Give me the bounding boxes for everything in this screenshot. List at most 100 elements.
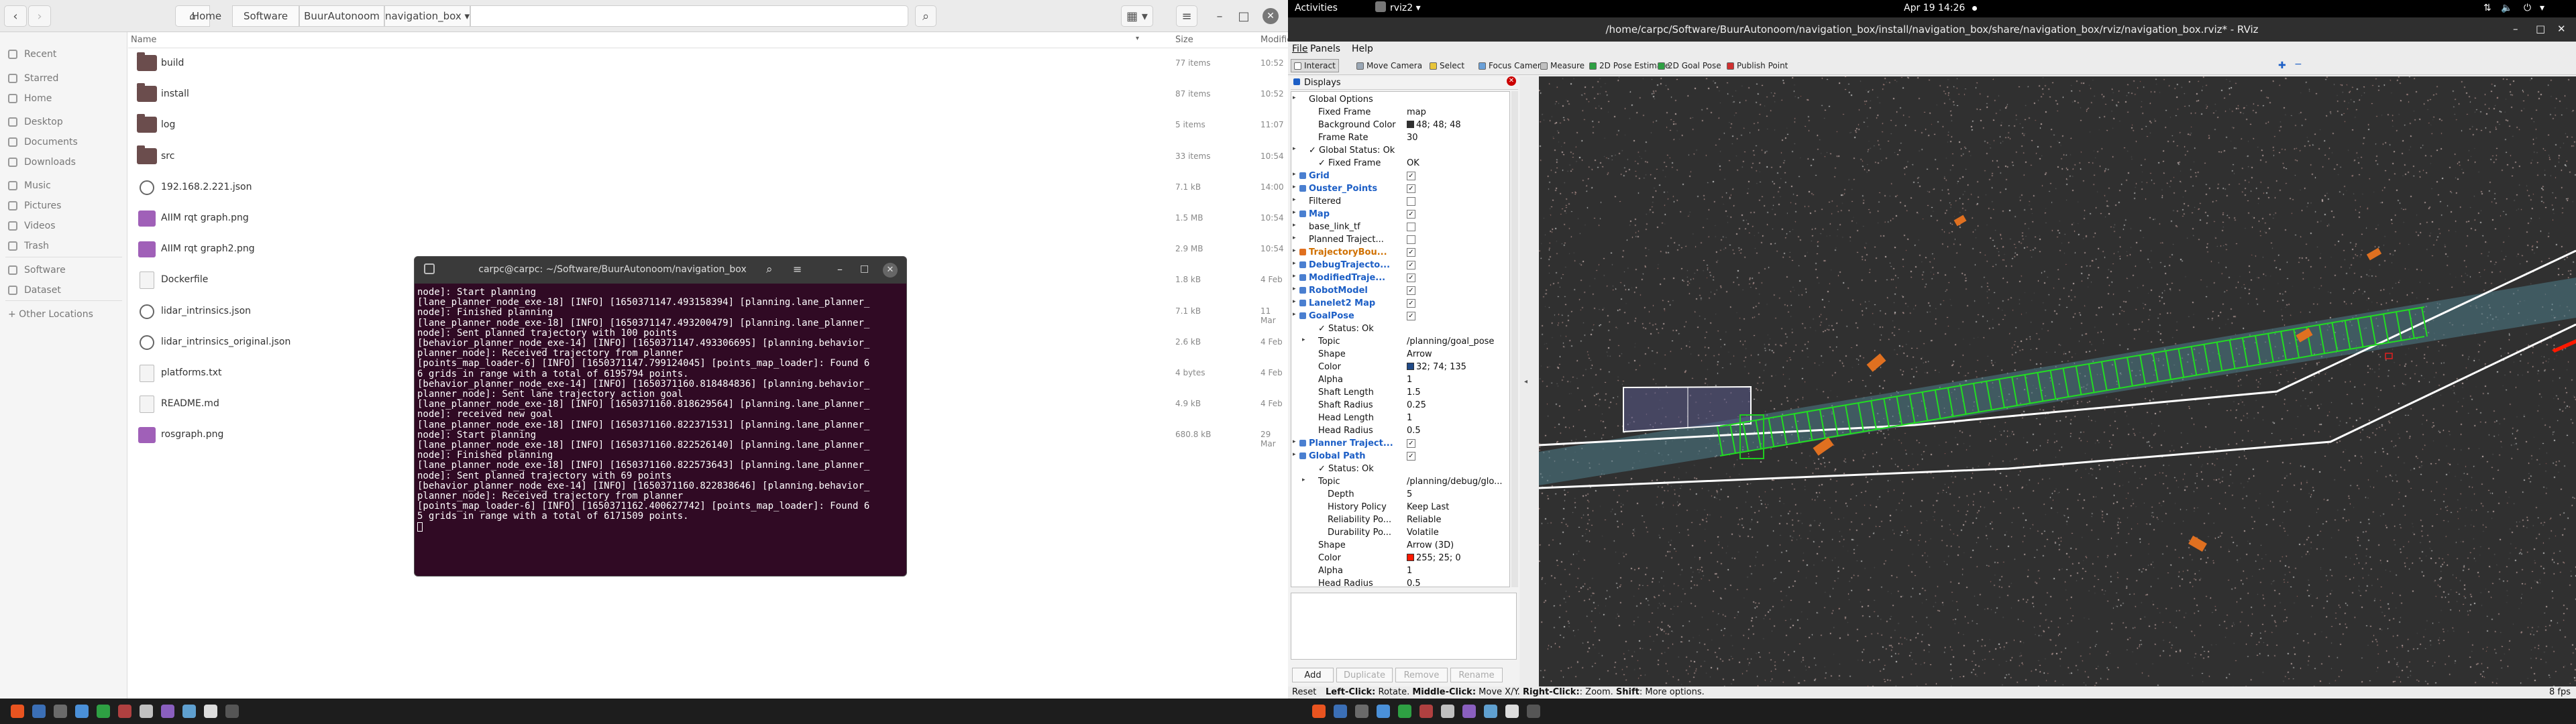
tree-row[interactable]: Color 255; 25; 0 bbox=[1291, 552, 1506, 564]
minimize-button[interactable]: – bbox=[1210, 5, 1229, 27]
expand-arrow-icon[interactable]: ▸ bbox=[1293, 286, 1296, 292]
tree-row[interactable]: ▸ Planned Traject... bbox=[1291, 233, 1506, 246]
expand-arrow-icon[interactable]: ▸ bbox=[1293, 196, 1296, 203]
tree-value[interactable]: Keep Last bbox=[1407, 502, 1449, 512]
tree-row[interactable]: ▸ Filtered bbox=[1291, 195, 1506, 208]
add-tool-icon[interactable]: ✚ bbox=[2278, 60, 2286, 71]
terminal-output[interactable]: node]: Start planning [lane_planner_node_… bbox=[417, 287, 906, 576]
power-icon[interactable]: ⏻ bbox=[2524, 3, 2531, 13]
splitter[interactable]: ◂ bbox=[1520, 76, 1539, 686]
close-icon[interactable]: ✕ bbox=[1507, 76, 1516, 86]
scrollbar[interactable] bbox=[1511, 91, 1518, 587]
enable-checkbox[interactable] bbox=[1407, 223, 1415, 231]
breadcrumb-home[interactable]: Home bbox=[181, 5, 232, 27]
tree-row[interactable]: ▸ DebugTrajecto... ✓ bbox=[1291, 259, 1506, 272]
tree-value[interactable]: Reliable bbox=[1407, 515, 1442, 525]
close-button[interactable]: ✕ bbox=[1263, 8, 1279, 24]
expand-arrow-icon[interactable]: ▸ bbox=[1293, 95, 1296, 101]
app-icon[interactable] bbox=[225, 705, 239, 718]
settings-icon[interactable] bbox=[140, 705, 153, 718]
tree-row[interactable]: ▸ Map ✓ bbox=[1291, 208, 1506, 221]
tree-row[interactable]: ▸ Grid ✓ bbox=[1291, 170, 1506, 182]
expand-arrow-icon[interactable]: ▸ bbox=[1302, 337, 1305, 343]
tree-value[interactable]: OK bbox=[1407, 158, 1419, 168]
terminal-window[interactable]: carpc@carpc: ~/Software/BuurAutonoom/nav… bbox=[414, 256, 907, 577]
expand-arrow-icon[interactable]: ▸ bbox=[1293, 438, 1296, 445]
file-row[interactable]: build 77 items 10:52 bbox=[128, 48, 1288, 79]
search-icon[interactable]: ⌕ bbox=[766, 263, 773, 276]
enable-checkbox[interactable]: ✓ bbox=[1407, 261, 1415, 269]
breadcrumb-software[interactable]: Software bbox=[232, 5, 299, 27]
tree-row[interactable]: Depth 5 bbox=[1291, 488, 1506, 501]
editor-icon[interactable] bbox=[182, 705, 196, 718]
tree-row[interactable]: Alpha 1 bbox=[1291, 373, 1506, 386]
rviz-icon[interactable] bbox=[1462, 705, 1476, 718]
displays-tree[interactable]: ▸ Global Options Fixed Frame map Background … bbox=[1291, 91, 1510, 587]
tree-row[interactable]: Head Length 1 bbox=[1291, 412, 1506, 424]
enable-checkbox[interactable] bbox=[1407, 235, 1415, 244]
ubuntu-icon[interactable] bbox=[1312, 705, 1326, 718]
vscode-icon[interactable] bbox=[75, 705, 89, 718]
expand-arrow-icon[interactable]: ▸ bbox=[1293, 209, 1296, 216]
tree-row[interactable]: ▸ base_link_tf bbox=[1291, 221, 1506, 233]
expand-arrow-icon[interactable]: ▸ bbox=[1293, 311, 1296, 318]
rename-button[interactable]: Rename bbox=[1450, 668, 1503, 682]
expand-arrow-icon[interactable]: ▸ bbox=[1293, 235, 1296, 241]
sidebar-item-software[interactable]: Software bbox=[8, 261, 66, 279]
tool-measure[interactable]: Measure bbox=[1538, 59, 1587, 72]
chrome-icon[interactable] bbox=[97, 705, 110, 718]
tool-2d-goal-pose[interactable]: 2D Goal Pose bbox=[1655, 59, 1724, 72]
file-row[interactable]: log 5 items 11:07 bbox=[128, 110, 1288, 141]
remove-button[interactable]: Remove bbox=[1395, 668, 1448, 682]
sidebar-item-dataset[interactable]: Dataset bbox=[8, 282, 61, 299]
tree-row[interactable]: Reliability Po... Reliable bbox=[1291, 514, 1506, 526]
tree-row[interactable]: ▸ Ouster_Points ✓ bbox=[1291, 182, 1506, 195]
text-icon[interactable] bbox=[1505, 705, 1519, 718]
3d-viewport[interactable] bbox=[1539, 76, 2576, 686]
sidebar-item-videos[interactable]: Videos bbox=[8, 217, 56, 235]
tree-row[interactable]: History Policy Keep Last bbox=[1291, 501, 1506, 514]
ubuntu-icon[interactable] bbox=[11, 705, 24, 718]
app-menu[interactable]: rviz2 ▾ bbox=[1390, 3, 1421, 13]
tree-row[interactable]: ▸ Topic/planning/debug/glo... bbox=[1291, 475, 1506, 488]
tree-row[interactable]: ✓ Fixed Frame OK bbox=[1291, 157, 1506, 170]
enable-checkbox[interactable]: ✓ bbox=[1407, 299, 1415, 308]
column-size[interactable]: Size bbox=[1175, 35, 1193, 45]
enable-checkbox[interactable]: ✓ bbox=[1407, 274, 1415, 282]
tree-row[interactable]: ▸ Planner Traject... ✓ bbox=[1291, 437, 1506, 450]
tree-row[interactable]: ▸ GoalPose ✓ bbox=[1291, 310, 1506, 322]
editor-icon[interactable] bbox=[1484, 705, 1497, 718]
file-row[interactable]: 192.168.2.221.json 7.1 kB 14:00 bbox=[128, 172, 1288, 203]
sidebar-item-downloads[interactable]: Downloads bbox=[8, 154, 76, 171]
tree-value[interactable]: map bbox=[1407, 107, 1426, 117]
chevron-down-icon[interactable]: ▾ bbox=[2540, 3, 2544, 13]
tree-value[interactable]: /planning/debug/glo... bbox=[1407, 477, 1503, 487]
tree-row[interactable]: ▸ Global Path ✓ bbox=[1291, 450, 1506, 463]
tree-value[interactable]: 1 bbox=[1407, 566, 1412, 576]
tree-value[interactable]: Arrow (3D) bbox=[1407, 540, 1454, 550]
file-row[interactable]: AIIM rqt graph.png 1.5 MB 10:54 bbox=[128, 203, 1288, 234]
enable-checkbox[interactable]: ✓ bbox=[1407, 172, 1415, 180]
minimize-button[interactable]: – bbox=[2513, 23, 2518, 35]
back-button[interactable]: ‹ bbox=[4, 5, 27, 27]
terminal-icon[interactable] bbox=[1355, 705, 1368, 718]
tree-row[interactable]: ✓ Status: Ok bbox=[1291, 322, 1506, 335]
enable-checkbox[interactable]: ✓ bbox=[1407, 439, 1415, 448]
tree-value[interactable]: 255; 25; 0 bbox=[1407, 553, 1461, 563]
location-empty-space[interactable] bbox=[470, 5, 908, 27]
tree-value[interactable]: 0.5 bbox=[1407, 426, 1421, 436]
tree-value[interactable]: 1.5 bbox=[1407, 387, 1421, 398]
sidebar-item-desktop[interactable]: Desktop bbox=[8, 113, 63, 131]
expand-arrow-icon[interactable]: ▸ bbox=[1293, 171, 1296, 178]
hamburger-icon[interactable]: ≡ bbox=[793, 263, 802, 276]
tool-select[interactable]: Select bbox=[1427, 59, 1467, 72]
tree-row[interactable]: Alpha 1 bbox=[1291, 564, 1506, 577]
maximize-button[interactable]: □ bbox=[2536, 23, 2545, 35]
maximize-button[interactable]: □ bbox=[1234, 5, 1253, 27]
tree-row[interactable]: ▸ Topic/planning/goal_pose bbox=[1291, 335, 1506, 348]
tree-row[interactable]: ▸ ✓ Global Status: Ok bbox=[1291, 144, 1506, 157]
tree-row[interactable]: ▸ Global Options bbox=[1291, 93, 1506, 106]
expand-arrow-icon[interactable]: ▸ bbox=[1293, 145, 1296, 152]
enable-checkbox[interactable]: ✓ bbox=[1407, 210, 1415, 219]
chrome-icon[interactable] bbox=[1398, 705, 1411, 718]
